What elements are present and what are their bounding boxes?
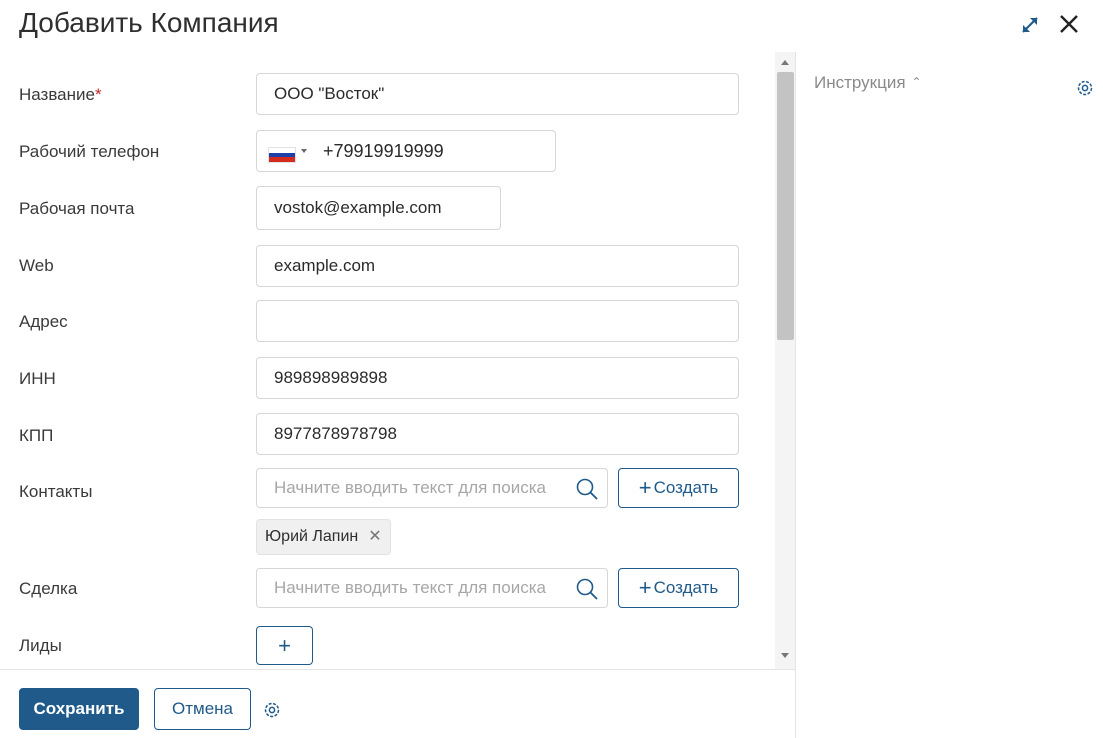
scroll-down-arrow-icon[interactable] [781,653,789,658]
chevron-up-icon: ⌃ [911,75,922,89]
save-button[interactable]: Сохранить [19,688,139,730]
scrollbar-thumb[interactable] [777,72,794,340]
contacts-create-button[interactable]: + Создать [618,468,739,508]
address-label: Адрес [19,312,68,331]
web-label: Web [19,256,54,275]
deal-label: Сделка [19,579,78,598]
close-icon[interactable] [1057,12,1081,36]
name-label: Название* [19,85,102,104]
plus-icon: + [638,475,652,500]
required-mark: * [94,85,102,104]
panel-divider [795,52,796,738]
form-area: Название* ООО "Восток" Рабочий телефон +… [0,52,775,669]
inn-label: ИНН [19,369,56,388]
deal-create-button[interactable]: + Создать [618,568,739,608]
contacts-label: Контакты [19,482,93,501]
name-field[interactable]: ООО "Восток" [256,73,739,115]
cancel-button[interactable]: Отмена [154,688,251,730]
phone-value: +79919919999 [323,141,444,161]
add-lead-button[interactable]: + [256,626,313,665]
web-field[interactable]: example.com [256,245,739,287]
plus-icon: + [638,575,652,600]
russia-flag-icon[interactable] [268,147,296,163]
contact-chip-label: Юрий Лапин [265,528,359,545]
contacts-search-input[interactable]: Начните вводить текст для поиска [256,468,608,508]
leads-label: Лиды [19,636,62,655]
inn-field[interactable]: 989898989898 [256,357,739,399]
search-icon[interactable] [575,477,599,501]
remove-chip-icon[interactable]: ✕ [368,528,381,545]
contacts-search-placeholder: Начните вводить текст для поиска [274,478,546,497]
instruction-label: Инструкция [814,73,906,92]
gear-icon[interactable] [1075,78,1095,98]
deal-search-placeholder: Начните вводить текст для поиска [274,578,546,597]
phone-label: Рабочий телефон [19,142,160,161]
footer: Сохранить Отмена [0,669,795,738]
scroll-up-arrow-icon[interactable] [781,60,789,65]
page-title: Добавить Компания [19,7,279,38]
contact-chip: Юрий Лапин ✕ [256,519,391,555]
scrollbar[interactable] [775,52,796,669]
deal-search-input[interactable]: Начните вводить текст для поиска [256,568,608,608]
expand-icon[interactable] [1019,14,1041,36]
search-icon[interactable] [575,577,599,601]
instruction-toggle[interactable]: Инструкция ⌃ [814,73,922,93]
phone-field[interactable]: +79919919999 [256,130,556,172]
kpp-label: КПП [19,426,54,445]
country-dropdown-caret-icon[interactable] [301,149,307,153]
email-field[interactable]: vostok@example.com [256,186,501,230]
email-label: Рабочая почта [19,199,135,218]
address-field[interactable] [256,300,739,342]
kpp-field[interactable]: 8977878978798 [256,413,739,455]
gear-icon[interactable] [262,700,282,720]
